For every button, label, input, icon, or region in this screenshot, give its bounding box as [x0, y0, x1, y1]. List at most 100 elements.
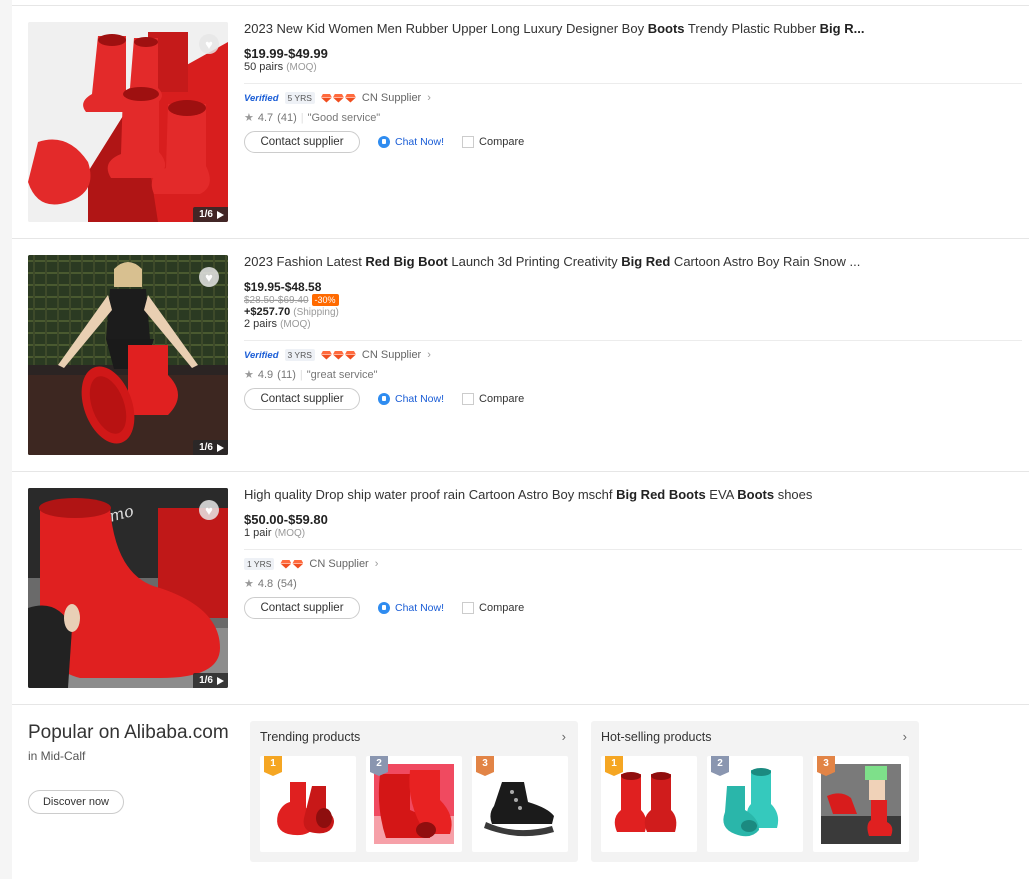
product-title[interactable]: 2023 Fashion Latest Red Big Boot Launch …	[244, 253, 1024, 271]
product-image[interactable]: ♥ 1/6	[28, 22, 228, 222]
panel-title: Trending products	[260, 730, 361, 744]
product-card: Primo ♥ 1/6 High quality Drop ship water…	[12, 472, 1029, 705]
title-segment: Launch 3d Printing Creativity	[447, 254, 622, 269]
favorite-heart-icon[interactable]: ♥	[199, 34, 219, 54]
rank-badge: 3	[476, 756, 494, 776]
popular-title: Popular on Alibaba.com	[28, 722, 229, 743]
chevron-right-icon: ›	[427, 92, 431, 104]
separator: |	[300, 111, 304, 124]
title-keyword: Big Red Boots	[616, 487, 706, 502]
product-tile[interactable]: 3	[472, 756, 568, 852]
product-title[interactable]: 2023 New Kid Women Men Rubber Upper Long…	[244, 20, 1024, 38]
popular-section: Popular on Alibaba.com in Mid-Calf Disco…	[12, 707, 1029, 875]
product-image[interactable]: Primo ♥ 1/6	[28, 488, 228, 688]
favorite-heart-icon[interactable]: ♥	[199, 500, 219, 520]
separator: |	[299, 368, 303, 381]
supplier-row[interactable]: 1 YRS CN Supplier ›	[244, 558, 1024, 570]
discount-badge: -30%	[311, 294, 339, 306]
product-tile[interactable]: 1	[260, 756, 356, 852]
play-icon	[217, 676, 224, 685]
checkbox-icon	[462, 393, 475, 405]
discover-now-button[interactable]: Discover now	[28, 790, 124, 814]
chat-now-label: Chat Now!	[395, 393, 445, 405]
image-count-badge[interactable]: 1/6	[193, 673, 228, 688]
compare-label: Compare	[479, 136, 525, 148]
chat-now-label: Chat Now!	[395, 136, 445, 148]
chevron-right-icon: ›	[427, 349, 431, 361]
review-quote: "great service"	[306, 368, 378, 381]
rating-row: ★ 4.8 (54)	[244, 577, 1024, 591]
star-icon: ★	[244, 369, 254, 381]
rating-row: ★ 4.7 (41) | "Good service"	[244, 111, 1024, 125]
panel-title: Hot-selling products	[601, 730, 712, 744]
title-segment: High quality Drop ship water proof rain …	[244, 487, 617, 502]
verified-badge: Verified	[244, 92, 279, 104]
product-tile[interactable]: 1	[601, 756, 697, 852]
popular-subtitle: in Mid-Calf	[28, 749, 86, 763]
review-count: (11)	[277, 368, 296, 381]
title-keyword: Big R...	[819, 21, 865, 36]
rank-badge: 1	[264, 756, 282, 776]
rating-value: 4.9	[257, 368, 274, 381]
star-icon: ★	[244, 578, 254, 590]
image-count-badge[interactable]: 1/6	[193, 207, 228, 222]
product-tile[interactable]: 2	[707, 756, 803, 852]
rank-badge: 2	[711, 756, 729, 776]
contact-supplier-button[interactable]: Contact supplier	[244, 388, 360, 410]
supplier-row[interactable]: Verified 5 YRS CN Supplier ›	[244, 92, 1024, 104]
title-segment: 2023 New Kid Women Men Rubber Upper Long…	[244, 21, 648, 36]
trending-products-panel[interactable]: Trending products › 1 2 3	[250, 721, 578, 862]
original-price-row: $28.50-$69.40 -30%	[244, 294, 1024, 306]
compare-checkbox[interactable]: Compare	[462, 602, 524, 614]
chat-bubble-icon	[378, 393, 390, 405]
compare-checkbox[interactable]: Compare	[462, 393, 524, 405]
rating-row: ★ 4.9 (11) | "great service"	[244, 368, 1024, 382]
rating-value: 4.7	[257, 111, 274, 124]
moq-text: 2 pairs (MOQ)	[244, 318, 1024, 330]
product-tile[interactable]: 2	[366, 756, 462, 852]
moq-qty: 2 pairs	[244, 318, 278, 330]
title-keyword: Big Red	[621, 254, 671, 269]
red-boots-photo-1	[28, 22, 228, 222]
favorite-heart-icon[interactable]: ♥	[199, 267, 219, 287]
chat-now-link[interactable]: Chat Now!	[378, 602, 444, 614]
product-tile[interactable]: 3	[813, 756, 909, 852]
product-card: ♥ 1/6 2023 Fashion Latest Red Big Boot L…	[12, 239, 1029, 472]
chat-now-link[interactable]: Chat Now!	[378, 393, 444, 405]
hot-selling-products-panel[interactable]: Hot-selling products › 1 2 3	[591, 721, 919, 862]
title-segment: shoes	[774, 487, 813, 502]
contact-supplier-button[interactable]: Contact supplier	[244, 597, 360, 619]
play-icon	[217, 210, 224, 219]
image-count-badge[interactable]: 1/6	[193, 440, 228, 455]
product-image[interactable]: ♥ 1/6	[28, 255, 228, 455]
chevron-right-icon[interactable]: ›	[903, 729, 907, 744]
rank-badge: 1	[605, 756, 623, 776]
supplier-type: CN Supplier	[361, 349, 422, 361]
compare-label: Compare	[479, 393, 525, 405]
title-segment: 2023 Fashion Latest	[244, 254, 366, 269]
divider	[244, 340, 1022, 341]
product-price: $19.99-$49.99	[244, 46, 328, 61]
product-title[interactable]: High quality Drop ship water proof rain …	[244, 486, 1024, 504]
contact-supplier-button[interactable]: Contact supplier	[244, 131, 360, 153]
moq-label: (MOQ)	[286, 62, 317, 73]
play-icon	[217, 443, 224, 452]
supplier-row[interactable]: Verified 3 YRS CN Supplier ›	[244, 349, 1024, 361]
review-count: (41)	[277, 111, 297, 124]
chat-now-link[interactable]: Chat Now!	[378, 136, 444, 148]
gem-rating-icon	[321, 94, 356, 103]
title-keyword: Boots	[737, 487, 775, 502]
chevron-right-icon: ›	[374, 558, 379, 570]
supplier-years: 5 YRS	[284, 92, 315, 104]
chat-bubble-icon	[378, 136, 390, 148]
moq-label: (MOQ)	[280, 319, 311, 330]
compare-checkbox[interactable]: Compare	[462, 136, 524, 148]
rank-badge: 3	[817, 756, 835, 776]
title-keyword: Red Big Boot	[365, 254, 448, 269]
product-price: $50.00-$59.80	[244, 512, 328, 527]
checkbox-icon	[462, 136, 475, 148]
verified-badge: Verified	[244, 349, 279, 361]
chevron-right-icon[interactable]: ›	[562, 729, 566, 744]
review-count: (54)	[277, 577, 297, 590]
divider	[244, 549, 1022, 550]
